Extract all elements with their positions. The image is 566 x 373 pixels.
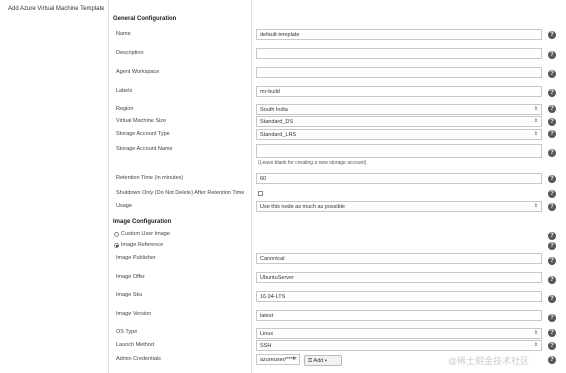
image-publisher-field[interactable]: Canonical bbox=[256, 253, 542, 264]
image-publisher-label: Image Publisher bbox=[116, 255, 156, 261]
name-field[interactable]: default-template bbox=[256, 29, 542, 40]
region-value: South India bbox=[260, 107, 288, 113]
region-select[interactable]: South India ⇕ bbox=[256, 104, 542, 115]
image-version-label: Image Version bbox=[116, 311, 152, 317]
shutdown-only-checkbox[interactable] bbox=[258, 191, 263, 196]
os-type-select[interactable]: Linux ⇕ bbox=[256, 328, 542, 339]
custom-user-image-help-icon[interactable]: ? bbox=[548, 232, 556, 240]
image-sku-field[interactable]: 16.04-LTS bbox=[256, 291, 542, 302]
launch-method-help-icon[interactable]: ? bbox=[548, 342, 556, 350]
storage-account-type-select-arrow-icon: ⇕ bbox=[533, 131, 538, 137]
storage-account-type-help-icon[interactable]: ? bbox=[548, 130, 556, 138]
agent-workspace-field[interactable] bbox=[256, 67, 542, 78]
add-credentials-label: Add bbox=[313, 358, 324, 364]
labels-label: Labels bbox=[116, 88, 133, 94]
storage-account-type-label: Storage Account Type bbox=[116, 131, 170, 137]
image-offer-help-icon[interactable]: ? bbox=[548, 276, 556, 284]
usage-select-arrow-icon: ⇕ bbox=[533, 203, 538, 209]
add-credentials-button[interactable]: ⚿ Add ▾ bbox=[304, 355, 342, 366]
launch-method-value: SSH bbox=[260, 343, 272, 349]
shutdown-only-help-icon[interactable]: ? bbox=[548, 190, 556, 198]
usage-select[interactable]: Use this node as much as possible ⇕ bbox=[256, 201, 542, 212]
retention-time-field[interactable]: 60 bbox=[256, 173, 542, 184]
chevron-down-icon: ▾ bbox=[324, 358, 328, 364]
launch-method-select-arrow-icon: ⇕ bbox=[533, 342, 538, 348]
image-offer-field[interactable]: UbuntuServer bbox=[256, 272, 542, 283]
storage-account-name-note: (Leave blank for creating a new storage … bbox=[258, 160, 367, 166]
agent-workspace-label: Agent Workspace bbox=[116, 69, 160, 75]
labels-field[interactable]: mr-build bbox=[256, 86, 542, 97]
retention-time-help-icon[interactable]: ? bbox=[548, 175, 556, 183]
usage-label: Usage bbox=[116, 203, 132, 209]
description-field[interactable] bbox=[256, 48, 542, 59]
region-select-arrow-icon: ⇕ bbox=[533, 106, 538, 112]
page-title: Add Azure Virtual Machine Template bbox=[8, 6, 105, 12]
image-reference-help-icon[interactable]: ? bbox=[548, 242, 556, 250]
labels-help-icon[interactable]: ? bbox=[548, 89, 556, 97]
vm-size-label: Virtual Machine Size bbox=[116, 118, 167, 124]
storage-account-name-field[interactable] bbox=[256, 144, 542, 158]
region-label: Region bbox=[116, 106, 134, 112]
retention-time-label: Retention Time (in minutes) bbox=[116, 175, 184, 181]
storage-account-type-value: Standard_LRS bbox=[260, 132, 297, 138]
image-reference-radio[interactable] bbox=[114, 243, 119, 248]
admin-credentials-help-icon[interactable]: ? bbox=[548, 356, 556, 364]
column-divider-mid bbox=[251, 0, 252, 373]
os-type-value: Linux bbox=[260, 331, 274, 337]
image-publisher-help-icon[interactable]: ? bbox=[548, 257, 556, 265]
vm-size-select[interactable]: Standard_DS ⇕ bbox=[256, 116, 542, 127]
description-help-icon[interactable]: ? bbox=[548, 51, 556, 59]
admin-credentials-select-arrow-icon: ⇕ bbox=[291, 356, 296, 362]
key-icon: ⚿ bbox=[308, 358, 313, 364]
admin-credentials-label: Admin Credentials bbox=[116, 356, 161, 362]
column-divider-left bbox=[108, 0, 109, 373]
section-general-configuration: General Configuration bbox=[113, 16, 177, 22]
image-sku-help-icon[interactable]: ? bbox=[548, 295, 556, 303]
name-help-icon[interactable]: ? bbox=[548, 31, 556, 39]
shutdown-only-label: Shutdown Only (Do Not Delete) After Rete… bbox=[116, 190, 245, 196]
usage-value: Use this node as much as possible bbox=[260, 204, 345, 210]
custom-user-image-label: Custom User Image bbox=[121, 231, 170, 237]
os-type-help-icon[interactable]: ? bbox=[548, 329, 556, 337]
vm-size-select-arrow-icon: ⇕ bbox=[533, 118, 538, 124]
vm-size-help-icon[interactable]: ? bbox=[548, 118, 556, 126]
description-label: Description bbox=[116, 50, 144, 56]
name-label: Name bbox=[116, 31, 131, 37]
region-help-icon[interactable]: ? bbox=[548, 105, 556, 113]
admin-credentials-select[interactable]: azureuser/***** ⇕ bbox=[256, 354, 300, 365]
storage-account-name-help-icon[interactable]: ? bbox=[548, 149, 556, 157]
image-version-help-icon[interactable]: ? bbox=[548, 314, 556, 322]
image-sku-label: Image Sku bbox=[116, 292, 143, 298]
image-reference-label: Image Reference bbox=[121, 242, 164, 248]
storage-account-type-select[interactable]: Standard_LRS ⇕ bbox=[256, 129, 542, 140]
watermark: @稀土掘金技术社区 bbox=[448, 356, 530, 366]
image-offer-label: Image Offer bbox=[116, 274, 145, 280]
launch-method-select[interactable]: SSH ⇕ bbox=[256, 340, 542, 351]
usage-help-icon[interactable]: ? bbox=[548, 203, 556, 211]
image-version-field[interactable]: latest bbox=[256, 310, 542, 321]
agent-workspace-help-icon[interactable]: ? bbox=[548, 70, 556, 78]
section-image-configuration: Image Configuration bbox=[113, 219, 172, 225]
os-type-label: OS Type bbox=[116, 329, 138, 335]
vm-size-value: Standard_DS bbox=[260, 119, 294, 125]
custom-user-image-radio[interactable] bbox=[114, 232, 119, 237]
launch-method-label: Launch Method bbox=[116, 342, 154, 348]
os-type-select-arrow-icon: ⇕ bbox=[533, 330, 538, 336]
storage-account-name-label: Storage Account Name bbox=[116, 146, 173, 152]
